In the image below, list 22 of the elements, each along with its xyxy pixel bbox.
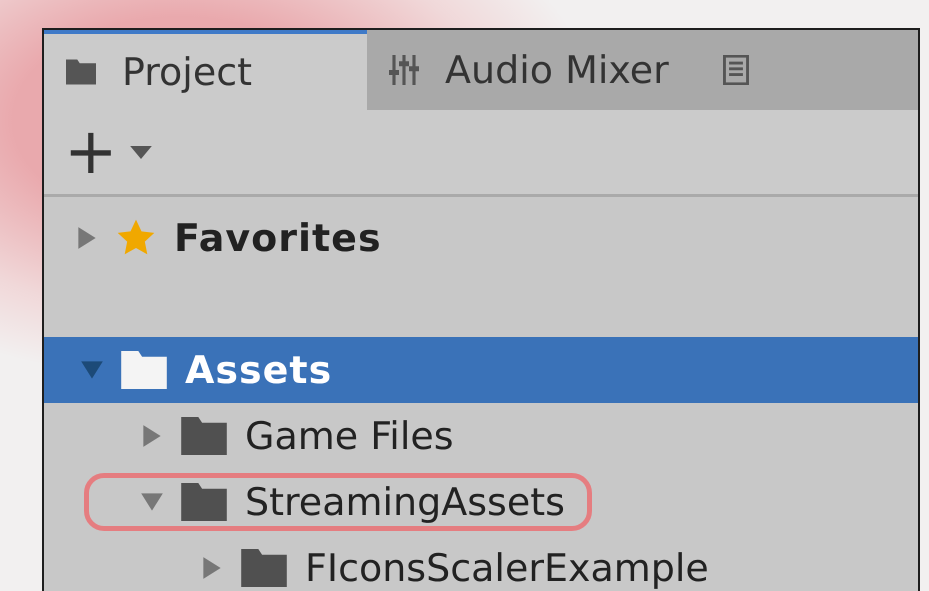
sliders-icon <box>389 55 419 85</box>
folder-icon <box>181 483 227 521</box>
tree-item[interactable]: Game Files <box>44 403 918 469</box>
panel-tab[interactable]: Audio Mixer <box>367 30 699 110</box>
folder-icon <box>241 549 287 587</box>
collapse-arrow-icon[interactable] <box>76 225 98 251</box>
tree-item[interactable]: Favorites <box>44 205 918 271</box>
list-icon <box>720 55 751 85</box>
folder-name: Game Files <box>245 414 454 458</box>
add-button[interactable]: + <box>60 120 122 184</box>
collapse-arrow-icon[interactable] <box>201 555 223 581</box>
folder-icon <box>121 351 167 389</box>
tree-item[interactable]: FIconsScalerExample <box>44 535 918 591</box>
folder-name: Assets <box>185 348 332 392</box>
folder-name: StreamingAssets <box>245 480 565 524</box>
panel-tab[interactable]: Project <box>44 30 367 110</box>
collapse-arrow-icon[interactable] <box>141 423 163 449</box>
folder-icon <box>181 417 227 455</box>
caret-icon[interactable] <box>130 146 152 158</box>
folder-icon <box>66 57 96 87</box>
folder-name: FIconsScalerExample <box>305 546 709 590</box>
tree-item[interactable]: Assets <box>44 337 918 403</box>
